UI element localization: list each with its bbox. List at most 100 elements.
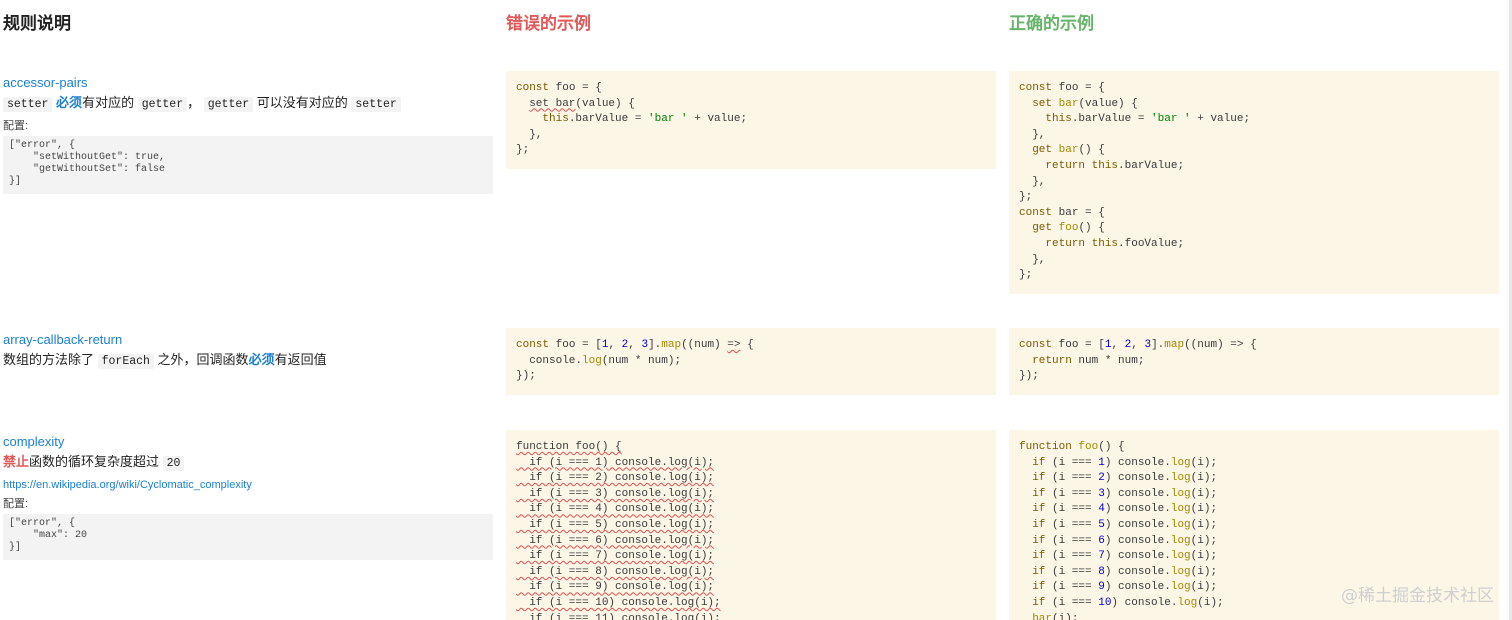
code-line: if (i === 6) console.log(i); xyxy=(1019,534,1489,550)
code-token: get xyxy=(1032,222,1053,235)
code-token: foo xyxy=(1078,441,1099,453)
code-line: return this.barValue; xyxy=(1019,159,1489,175)
code-line: if (i === 5) console.log(i); xyxy=(516,518,986,534)
rule-description: 禁止函数的循环复杂度超过 20 xyxy=(3,452,493,473)
code-token: .barValue; xyxy=(1118,159,1185,172)
code-line: }; xyxy=(1019,268,1489,284)
code-token: if xyxy=(1032,518,1046,531)
code-line: const bar = { xyxy=(1019,206,1489,222)
rule-description: 数组的方法除了 forEach 之外，回调函数必须有返回值 xyxy=(3,350,493,371)
code-token: (i); xyxy=(1197,596,1224,609)
code-token: }; xyxy=(1019,269,1033,282)
code-token: ) console. xyxy=(1104,565,1171,578)
code-line: this.barValue = 'bar ' + value; xyxy=(516,112,986,128)
bad-example-column-header: 错误的示例 xyxy=(506,14,591,33)
code-token: (i === xyxy=(1045,596,1099,609)
code-line: get foo() { xyxy=(1019,221,1489,237)
rule-name-link[interactable]: complexity xyxy=(3,433,493,450)
code-token: log xyxy=(1170,581,1191,594)
code-token: 8 xyxy=(1098,565,1105,578)
code-token: log xyxy=(1170,503,1191,516)
code-token: if xyxy=(1032,456,1046,469)
code-token: (i); xyxy=(1190,503,1218,516)
config-code-block: ["error", { "max": 20 }] xyxy=(3,514,493,560)
code-line: return num * num; xyxy=(1019,354,1489,370)
code-token: , xyxy=(1111,339,1125,351)
code-token: num * num; xyxy=(1071,354,1145,367)
code-token: (i === xyxy=(1045,565,1099,578)
inline-code: forEach xyxy=(97,354,154,369)
code-token: 5 xyxy=(1098,518,1105,531)
code-line: if (i === 5) console.log(i); xyxy=(1019,518,1489,534)
rule-name-link[interactable]: accessor-pairs xyxy=(3,74,493,91)
code-token: log xyxy=(1170,550,1191,563)
code-token: bar = { xyxy=(1052,206,1105,219)
desc-text: 可以没有对应的 xyxy=(253,95,352,110)
code-token: .barValue = xyxy=(568,113,649,126)
code-line: const foo = [1, 2, 3].map((num) => { xyxy=(516,338,986,354)
code-token: 'bar ' xyxy=(1151,113,1191,126)
code-token: map xyxy=(661,339,682,351)
code-line: }, xyxy=(1019,253,1489,269)
array-callback-return-good-example: const foo = [1, 2, 3].map((num) => { ret… xyxy=(1009,328,1499,395)
code-line: bar(i); xyxy=(1019,612,1489,620)
code-token: (i === xyxy=(1045,581,1099,594)
code-token: log xyxy=(582,354,602,367)
code-token: this xyxy=(1091,237,1119,250)
code-token: this xyxy=(1045,113,1072,126)
code-token: console. xyxy=(516,354,583,367)
code-token: }, xyxy=(1019,253,1046,266)
code-token: ) console. xyxy=(1104,518,1171,531)
code-token: ) console. xyxy=(1104,487,1171,500)
code-token: ) console. xyxy=(1104,534,1171,547)
complexity-bad-example: function foo() { if (i === 1) console.lo… xyxy=(506,430,996,620)
emphasis-must: 必须 xyxy=(56,95,83,110)
code-line: get bar() { xyxy=(1019,143,1489,159)
rule-complexity: complexity 禁止函数的循环复杂度超过 20 https://en.wi… xyxy=(3,433,493,560)
code-token: foo = { xyxy=(549,82,602,94)
code-token: (i); xyxy=(1190,487,1218,500)
code-token: set xyxy=(1032,97,1053,110)
code-token: }, xyxy=(516,128,543,141)
code-token: get xyxy=(1032,144,1053,157)
code-line: }, xyxy=(1019,128,1489,144)
accessor-pairs-bad-example: const foo = { set bar(value) { this.barV… xyxy=(506,71,996,169)
code-token: () { xyxy=(1078,144,1105,157)
accessor-pairs-good-example: const foo = { set bar(value) { this.barV… xyxy=(1009,71,1499,294)
rule-name-link[interactable]: array-callback-return xyxy=(3,331,493,348)
emphasis-forbid: 禁止 xyxy=(3,454,30,469)
code-token: ) console. xyxy=(1104,472,1171,485)
code-token: const xyxy=(516,339,550,351)
emphasis-must: 必须 xyxy=(248,352,275,367)
code-token: bar xyxy=(1058,144,1079,157)
inline-code: getter xyxy=(203,97,254,112)
code-token: log xyxy=(1170,472,1191,485)
code-token: (i); xyxy=(1190,581,1218,594)
code-line: if (i === 3) console.log(i); xyxy=(516,487,986,503)
code-token: ) console. xyxy=(1104,503,1171,516)
code-token: ((num) xyxy=(681,339,728,351)
lint-error-token: function foo() { xyxy=(516,441,622,453)
code-line: function foo() { xyxy=(1019,440,1489,456)
code-token: (num * num); xyxy=(601,354,682,367)
code-token: this xyxy=(1091,159,1119,172)
code-token: (i); xyxy=(1190,565,1218,578)
lint-error-token: set bar xyxy=(529,97,576,110)
code-line: }, xyxy=(516,128,986,144)
lint-error-token: if (i === 2) console.log(i); xyxy=(516,472,715,485)
config-label: 配置: xyxy=(3,120,29,132)
rules-column-header: 规则说明 xyxy=(3,14,71,33)
wikipedia-link[interactable]: https://en.wikipedia.org/wiki/Cyclomatic… xyxy=(3,478,493,492)
code-token: if xyxy=(1032,596,1046,609)
code-line: if (i === 4) console.log(i); xyxy=(516,502,986,518)
